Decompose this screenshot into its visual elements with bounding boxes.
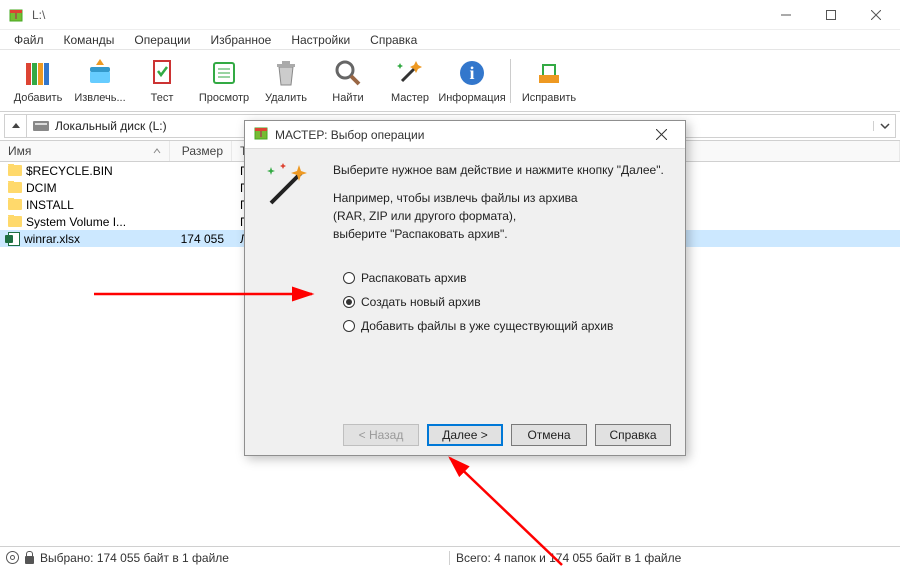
toolbar-extract[interactable]: Извлечь... bbox=[70, 53, 130, 109]
sort-indicator-icon bbox=[153, 147, 161, 155]
winrar-icon bbox=[8, 7, 24, 23]
menu-favorites[interactable]: Избранное bbox=[203, 31, 280, 49]
close-button[interactable] bbox=[853, 1, 898, 29]
info-icon: i bbox=[456, 57, 488, 89]
dialog-titlebar[interactable]: МАСТЕР: Выбор операции bbox=[245, 121, 685, 149]
folder-icon bbox=[8, 216, 22, 227]
menu-operations[interactable]: Операции bbox=[126, 31, 198, 49]
radio-icon bbox=[343, 320, 355, 332]
radio-create[interactable]: Создать новый архив bbox=[343, 295, 665, 309]
menu-commands[interactable]: Команды bbox=[56, 31, 123, 49]
column-name[interactable]: Имя bbox=[0, 141, 170, 161]
dialog-instruction: Выберите нужное вам действие и нажмите к… bbox=[333, 161, 665, 243]
wand-icon bbox=[261, 161, 313, 213]
menubar: Файл Команды Операции Избранное Настройк… bbox=[0, 30, 900, 50]
toolbar-info[interactable]: i Информация bbox=[442, 53, 502, 109]
radio-add[interactable]: Добавить файлы в уже существующий архив bbox=[343, 319, 665, 333]
titlebar: L:\ bbox=[0, 0, 900, 30]
radio-group: Распаковать архив Создать новый архив До… bbox=[343, 271, 665, 333]
svg-text:i: i bbox=[469, 63, 474, 83]
status-selected: Выбрано: 174 055 байт в 1 файле bbox=[40, 551, 229, 565]
disc-icon bbox=[6, 551, 19, 564]
back-button: < Назад bbox=[343, 424, 419, 446]
lock-icon bbox=[25, 556, 34, 564]
folder-icon bbox=[8, 182, 22, 193]
search-icon bbox=[332, 57, 364, 89]
up-button[interactable] bbox=[5, 115, 27, 137]
toolbar-find[interactable]: Найти bbox=[318, 53, 378, 109]
test-icon bbox=[146, 57, 178, 89]
dialog-buttons: < Назад Далее > Отмена Справка bbox=[245, 415, 685, 455]
wizard-dialog: МАСТЕР: Выбор операции Выберите нужное в… bbox=[244, 120, 686, 456]
minimize-button[interactable] bbox=[763, 1, 808, 29]
winrar-icon bbox=[253, 125, 269, 144]
menu-file[interactable]: Файл bbox=[6, 31, 52, 49]
dialog-close-button[interactable] bbox=[641, 123, 681, 147]
statusbar: Выбрано: 174 055 байт в 1 файле Всего: 4… bbox=[0, 546, 900, 568]
next-button[interactable]: Далее > bbox=[427, 424, 503, 446]
excel-icon bbox=[8, 232, 20, 246]
toolbar-repair[interactable]: Исправить bbox=[519, 53, 579, 109]
menu-settings[interactable]: Настройки bbox=[283, 31, 358, 49]
radio-icon bbox=[343, 296, 355, 308]
toolbar-test[interactable]: Тест bbox=[132, 53, 192, 109]
toolbar: Добавить Извлечь... Тест Просмотр Удалит… bbox=[0, 50, 900, 112]
maximize-button[interactable] bbox=[808, 1, 853, 29]
repair-icon bbox=[533, 57, 565, 89]
trash-icon bbox=[270, 57, 302, 89]
books-icon bbox=[22, 57, 54, 89]
folder-icon bbox=[8, 165, 22, 176]
column-size[interactable]: Размер bbox=[170, 141, 232, 161]
dialog-title: МАСТЕР: Выбор операции bbox=[275, 128, 424, 142]
status-total: Всего: 4 папок и 174 055 байт в 1 файле bbox=[456, 551, 681, 565]
chevron-down-icon[interactable] bbox=[873, 121, 895, 131]
drive-icon bbox=[33, 121, 49, 131]
toolbar-view[interactable]: Просмотр bbox=[194, 53, 254, 109]
menu-help[interactable]: Справка bbox=[362, 31, 425, 49]
radio-icon bbox=[343, 272, 355, 284]
toolbar-add[interactable]: Добавить bbox=[8, 53, 68, 109]
toolbar-wizard[interactable]: Мастер bbox=[380, 53, 440, 109]
folder-icon bbox=[8, 199, 22, 210]
help-button[interactable]: Справка bbox=[595, 424, 671, 446]
view-icon bbox=[208, 57, 240, 89]
toolbar-separator bbox=[510, 59, 511, 103]
wand-icon bbox=[394, 57, 426, 89]
cancel-button[interactable]: Отмена bbox=[511, 424, 587, 446]
extract-icon bbox=[84, 57, 116, 89]
toolbar-delete[interactable]: Удалить bbox=[256, 53, 316, 109]
radio-extract[interactable]: Распаковать архив bbox=[343, 271, 665, 285]
window-title: L:\ bbox=[32, 8, 45, 22]
